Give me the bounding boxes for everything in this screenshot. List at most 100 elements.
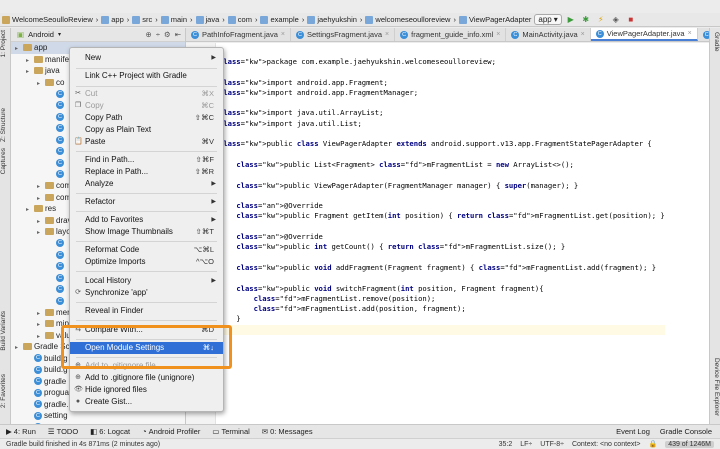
menu-item[interactable]: 📋 Paste ⌘V — [70, 136, 223, 148]
code-line[interactable] — [219, 253, 665, 263]
editor-tab[interactable]: C ViewPagerAdapter.java × — [590, 28, 698, 41]
breadcrumb-item[interactable]: java — [195, 15, 219, 24]
breadcrumb-item[interactable]: src — [132, 15, 152, 24]
menu-item[interactable]: ● Create Gist... — [70, 396, 223, 408]
bottom-tool-button[interactable]: ☰ TODO — [48, 427, 78, 436]
breadcrumb-item[interactable]: app — [101, 15, 124, 24]
breadcrumb-item[interactable]: welcomeseoulloreview — [365, 15, 450, 24]
gear-icon[interactable]: ⚙ — [164, 30, 171, 39]
menu-item[interactable]: Add to Favorites ▶ — [70, 214, 223, 226]
editor-tab[interactable]: C MainActivity.java × — [506, 28, 591, 41]
side-tab[interactable]: 2: Favorites — [0, 374, 11, 408]
bottom-tool-button[interactable]: Gradle Console — [660, 427, 712, 436]
code-line[interactable]: class="fd">mFragmentList.remove(position… — [219, 294, 665, 304]
bottom-tool-button[interactable]: Event Log — [616, 427, 650, 436]
menu-item[interactable]: Optimize Imports ^⌥O — [70, 256, 223, 268]
stop-icon[interactable]: ■ — [625, 14, 637, 25]
editor-tab[interactable]: C PathInfoFragment.java × — [186, 28, 291, 41]
bottom-tool-button[interactable]: ✉ 0: Messages — [262, 427, 313, 436]
run-icon[interactable]: ▶ — [565, 14, 577, 25]
code-line[interactable] — [219, 67, 665, 77]
code-line[interactable]: class="kw">public void switchFragment(in… — [219, 284, 665, 294]
editor-tab[interactable]: Capp× — [698, 28, 709, 41]
code-line[interactable] — [219, 191, 665, 201]
dropdown-icon[interactable]: ▾ — [58, 31, 61, 38]
code-line[interactable]: } — [219, 314, 665, 324]
menu-item[interactable]: ⟳ Synchronize 'app' — [70, 287, 223, 299]
bottom-tool-button[interactable]: ▶ 4: Run — [6, 427, 36, 436]
code-line[interactable]: class="kw">import java.util.List; — [219, 119, 665, 129]
side-tab[interactable]: Build Variants — [0, 311, 11, 351]
side-tab[interactable]: Device File Explorer — [709, 358, 720, 416]
close-icon[interactable]: × — [281, 31, 285, 38]
collapse-icon[interactable]: ÷ — [156, 30, 160, 39]
side-tab[interactable]: Z: Structure — [0, 108, 11, 142]
code-content[interactable]: class="kw">package com.example.jaehyuksh… — [219, 57, 665, 336]
menu-item[interactable]: Refactor ▶ — [70, 196, 223, 208]
code-line[interactable]: class="kw">public int getCount() { retur… — [219, 242, 665, 252]
code-line[interactable]: class="kw">public ViewPagerAdapter(Fragm… — [219, 181, 665, 191]
code-line[interactable] — [219, 98, 665, 108]
code-editor[interactable]: class="kw">package com.example.jaehyuksh… — [186, 43, 709, 424]
memory-indicator[interactable]: 439 of 1246M — [665, 440, 714, 448]
side-tab[interactable]: 1: Project — [0, 30, 11, 57]
code-line[interactable] — [219, 129, 665, 139]
lock-icon[interactable]: 🔒 — [648, 440, 657, 448]
editor-tab[interactable]: Cfragment_guide_info.xml × — [395, 28, 507, 41]
menu-item[interactable]: Local History ▶ — [70, 275, 223, 287]
code-line[interactable]: } — [219, 324, 665, 336]
hide-icon[interactable]: ⇤ — [175, 30, 181, 39]
breadcrumb-item[interactable]: jaehyukshin — [307, 15, 357, 24]
menu-item[interactable]: Copy as Plain Text — [70, 124, 223, 136]
menu-item[interactable]: Copy Path ⇧⌘C — [70, 112, 223, 124]
menu-item[interactable]: Analyze ▶ — [70, 178, 223, 190]
context-indicator[interactable]: Context: <no context> — [572, 441, 641, 448]
run-configuration-select[interactable]: app ▾ — [534, 14, 562, 25]
apply-changes-icon[interactable]: ⚡ — [595, 14, 607, 25]
bottom-tool-button[interactable]: ◧ 6: Logcat — [90, 427, 130, 436]
code-line[interactable] — [219, 150, 665, 160]
debug-icon[interactable]: ✱ — [580, 14, 592, 25]
breadcrumb-item[interactable]: com — [227, 15, 252, 24]
menu-item[interactable]: Link C++ Project with Gradle — [70, 70, 223, 82]
close-icon[interactable]: × — [688, 30, 692, 37]
bottom-tool-button[interactable]: ◔ Android Profiler — [142, 427, 200, 436]
code-line[interactable]: class="kw">public List<Fragment> class="… — [219, 160, 665, 170]
menu-item[interactable]: Reformat Code ⌥⌘L — [70, 244, 223, 256]
file-encoding[interactable]: UTF-8÷ — [540, 441, 564, 448]
menu-item[interactable]: Show Image Thumbnails ⇧⌘T — [70, 226, 223, 238]
side-tab[interactable]: Gradle — [709, 32, 720, 52]
menu-item[interactable]: Replace in Path... ⇧⌘R — [70, 166, 223, 178]
editor-tab[interactable]: C SettingsFragment.java × — [291, 28, 396, 41]
project-view-mode[interactable]: Android — [28, 30, 54, 39]
code-line[interactable]: class="an">@Override — [219, 201, 665, 211]
caret-position[interactable]: 35:2 — [499, 441, 513, 448]
menu-item[interactable]: Find in Path... ⇧⌘F — [70, 154, 223, 166]
breadcrumb-item[interactable]: ViewPagerAdapter — [458, 15, 531, 24]
attach-icon[interactable]: ◈ — [610, 14, 622, 25]
breadcrumb-item[interactable]: WelcomeSeoulloReview — [2, 15, 93, 24]
code-line[interactable] — [219, 273, 665, 283]
breadcrumb-item[interactable]: main — [160, 15, 187, 24]
code-line[interactable]: class="kw">public Fragment getItem(int p… — [219, 211, 664, 221]
menu-item[interactable]: New ▶ — [70, 52, 223, 64]
code-line[interactable]: class="kw">public void addFragment(Fragm… — [219, 263, 665, 273]
code-line[interactable]: class="kw">public class ViewPagerAdapter… — [219, 139, 665, 149]
code-line[interactable]: class="kw">import android.app.Fragment; — [219, 78, 665, 88]
menu-item[interactable]: Reveal in Finder — [70, 305, 223, 317]
close-icon[interactable]: × — [581, 31, 585, 38]
sync-icon[interactable]: ⊕ — [146, 30, 152, 39]
code-line[interactable]: class="kw">import android.app.FragmentMa… — [219, 88, 665, 98]
code-line[interactable]: class="kw">package com.example.jaehyuksh… — [219, 57, 665, 67]
code-line[interactable] — [219, 170, 665, 180]
code-line[interactable]: class="fd">mFragmentList.add(position, f… — [219, 304, 665, 314]
close-icon[interactable]: × — [385, 31, 389, 38]
menu-item[interactable]: ⊕ Add to .gitignore file (unignore) — [70, 372, 223, 384]
code-line[interactable]: class="kw">import java.util.ArrayList; — [219, 108, 665, 118]
code-line[interactable]: class="an">@Override — [219, 232, 665, 242]
close-icon[interactable]: × — [496, 31, 500, 38]
bottom-tool-button[interactable]: ▭ Terminal — [212, 427, 249, 436]
line-separator[interactable]: LF÷ — [520, 441, 532, 448]
code-line[interactable] — [219, 222, 665, 232]
breadcrumb-item[interactable]: example — [260, 15, 299, 24]
